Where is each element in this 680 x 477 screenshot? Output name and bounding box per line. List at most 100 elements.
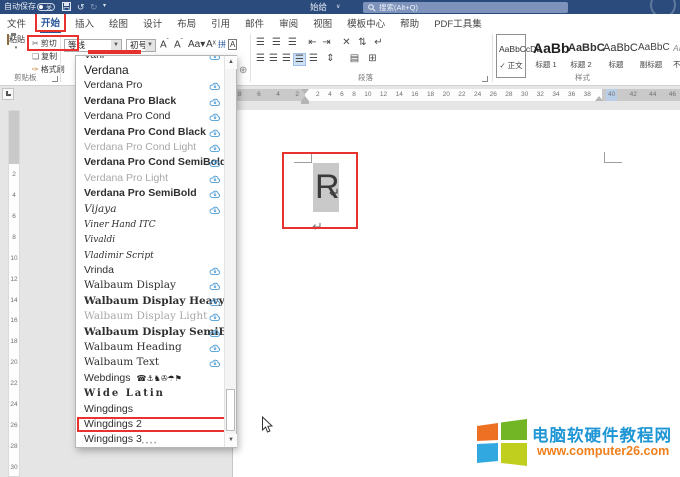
font-list-item[interactable]: Webdings☎⚓♞✇☂⚑ <box>76 371 224 386</box>
font-list-item[interactable]: Wingdings 2 <box>76 417 224 432</box>
align-center-icon[interactable]: ☰ <box>267 53 280 64</box>
distribute-icon[interactable]: ☰ <box>307 53 320 64</box>
paragraph-dialog-launcher[interactable] <box>482 76 488 82</box>
ruler-number: 2 <box>12 171 16 178</box>
tab-selector[interactable] <box>2 88 14 100</box>
char-border-icon[interactable]: A <box>228 39 237 50</box>
align-left-icon[interactable]: ☰ <box>254 53 267 64</box>
ribbon-tab[interactable]: 绘图 <box>108 14 129 32</box>
font-list-item[interactable]: Walbaum Display Light <box>76 309 224 324</box>
sort-icon[interactable]: ⇅ <box>356 37 369 48</box>
font-list-item[interactable]: Verdana Pro <box>76 78 224 93</box>
font-list-item[interactable]: Vrinda <box>76 263 224 278</box>
font-list-item[interactable]: Walbaum Display Heavy <box>76 294 224 309</box>
clipboard-dialog-launcher[interactable] <box>52 76 58 82</box>
line-spacing-icon[interactable]: ⇕ <box>324 53 337 64</box>
clipboard-group-label: 剪贴板 <box>14 72 37 83</box>
font-list-item[interactable]: Wide Latin <box>76 386 224 401</box>
qat-customize-icon[interactable]: ▾ <box>103 2 106 9</box>
font-list-item[interactable]: Verdana Pro Light <box>76 171 224 186</box>
font-list-item[interactable]: Vijaya <box>76 202 224 217</box>
ribbon-tab[interactable]: 视图 <box>312 14 333 32</box>
ribbon-tab[interactable]: 开始 <box>40 13 61 33</box>
bullet-list-icon[interactable]: ☰ <box>254 37 267 48</box>
decrease-indent-icon[interactable]: ⇤ <box>306 37 319 48</box>
scroll-down-icon[interactable]: ▼ <box>225 434 237 447</box>
first-line-indent-marker[interactable] <box>301 89 309 94</box>
font-list-item[interactable]: Verdana Pro Cond SemiBold <box>76 155 224 170</box>
font-list-item[interactable]: Verdana Pro Cond Black <box>76 125 224 140</box>
style-item[interactable]: AaBbC 标题 <box>601 34 631 78</box>
grow-font-icon[interactable]: Aˆ <box>160 39 169 50</box>
font-list-item[interactable]: Verdana Pro Cond Light <box>76 140 224 155</box>
style-item[interactable]: AaBbCcDd ✓ 正文 <box>496 34 526 78</box>
paste-button[interactable]: 粘贴 ▾ <box>4 34 28 74</box>
shrink-font-icon[interactable]: Aˇ <box>174 39 183 50</box>
style-item[interactable]: AaBbC 副标题 <box>636 34 666 78</box>
ribbon-tab[interactable]: 模板中心 <box>346 14 386 32</box>
multilevel-list-icon[interactable]: ☰ <box>286 37 299 48</box>
cloud-download-icon <box>209 297 221 307</box>
font-list-item[interactable]: Walbaum Text <box>76 355 224 370</box>
font-list-item[interactable]: Vladimir Script <box>76 248 224 263</box>
ruler-right-margin[interactable]: 40424446 <box>602 89 680 101</box>
style-item[interactable]: AaBbCcD 不明显强调 <box>671 34 680 78</box>
font-list-item[interactable]: Verdana Pro Cond <box>76 109 224 124</box>
save-icon[interactable] <box>62 2 71 13</box>
ribbon-tab[interactable]: 文件 <box>6 14 27 32</box>
ribbon-tab[interactable]: 插入 <box>74 14 95 32</box>
right-indent-marker[interactable] <box>595 96 603 101</box>
ruler-number: 44 <box>649 89 656 101</box>
ribbon-tab[interactable]: 布局 <box>176 14 197 32</box>
clear-format-icon[interactable]: Aˣ <box>206 39 216 50</box>
style-item[interactable]: AaBb 标题 1 <box>531 34 561 78</box>
ruler-number: 16 <box>10 317 17 324</box>
ruler-left-margin[interactable]: 8642 <box>232 89 305 101</box>
autosave-toggle[interactable]: 关 <box>37 3 55 11</box>
enclose-char-icon[interactable]: ⊕ <box>239 65 247 76</box>
dropdown-resize-grip[interactable]: •••• <box>76 442 224 447</box>
font-list-item[interactable]: Verdana Pro SemiBold <box>76 186 224 201</box>
font-list-item[interactable]: Verdana Pro Black <box>76 94 224 109</box>
font-list-item[interactable]: Walbaum Heading <box>76 340 224 355</box>
title-caret-icon[interactable]: ∨ <box>336 0 340 14</box>
scrollbar-thumb[interactable] <box>226 389 235 431</box>
cloud-download-icon <box>209 143 221 153</box>
ribbon-tab[interactable]: 设计 <box>142 14 163 32</box>
ribbon-tab[interactable]: PDF工具集 <box>433 14 483 32</box>
ribbon-tab[interactable]: 引用 <box>210 14 231 32</box>
font-list-item[interactable]: Walbaum Display <box>76 278 224 293</box>
change-case-icon[interactable]: Aa▾ <box>188 39 205 50</box>
paste-dropdown-icon[interactable]: ▾ <box>4 45 28 51</box>
left-indent-marker[interactable] <box>301 101 309 104</box>
asian-layout-icon[interactable]: ✕ <box>340 37 353 48</box>
ribbon-tab[interactable]: 审阅 <box>278 14 299 32</box>
font-list-item[interactable]: Wingdings <box>76 402 224 417</box>
borders-icon[interactable]: ⊞ <box>366 53 379 64</box>
scroll-up-icon[interactable]: ▲ <box>225 56 237 69</box>
font-list-item[interactable]: Verdana <box>76 63 224 78</box>
font-size-dropdown-icon[interactable]: ▼ <box>145 40 155 51</box>
show-marks-icon[interactable]: ↵ <box>372 37 385 48</box>
phonetic-guide-icon[interactable]: 拼 <box>218 39 226 50</box>
justify-icon[interactable]: ☰ <box>293 53 306 66</box>
align-right-icon[interactable]: ☰ <box>280 53 293 64</box>
vertical-ruler[interactable]: 24681012141618202224262830 <box>8 110 20 477</box>
font-list-item[interactable]: Walbaum Display SemiBold <box>76 325 224 340</box>
ruler-number: 24 <box>474 89 481 101</box>
font-list-item-partial[interactable]: Vani <box>76 56 224 63</box>
numbered-list-icon[interactable]: ☰ <box>270 37 283 48</box>
search-icon <box>368 4 376 12</box>
font-list-item[interactable]: Vivaldi <box>76 232 224 247</box>
cloud-download-icon <box>209 343 221 353</box>
copy-button[interactable]: ❏复制 <box>32 51 57 62</box>
ruler-text-area[interactable]: 2468101214161820222426283032343638 <box>305 89 602 101</box>
increase-indent-icon[interactable]: ⇥ <box>320 37 333 48</box>
ribbon-tab[interactable]: 帮助 <box>399 14 420 32</box>
font-list-item[interactable]: Viner Hand ITC <box>76 217 224 232</box>
shading-icon[interactable]: ▤ <box>348 53 361 64</box>
dropdown-scrollbar[interactable]: ▲ ▼ <box>224 56 236 447</box>
ribbon-tab[interactable]: 邮件 <box>244 14 265 32</box>
search-input[interactable]: 搜索(Alt+Q) <box>363 2 568 13</box>
undo-icon[interactable]: ↺ <box>77 2 85 13</box>
